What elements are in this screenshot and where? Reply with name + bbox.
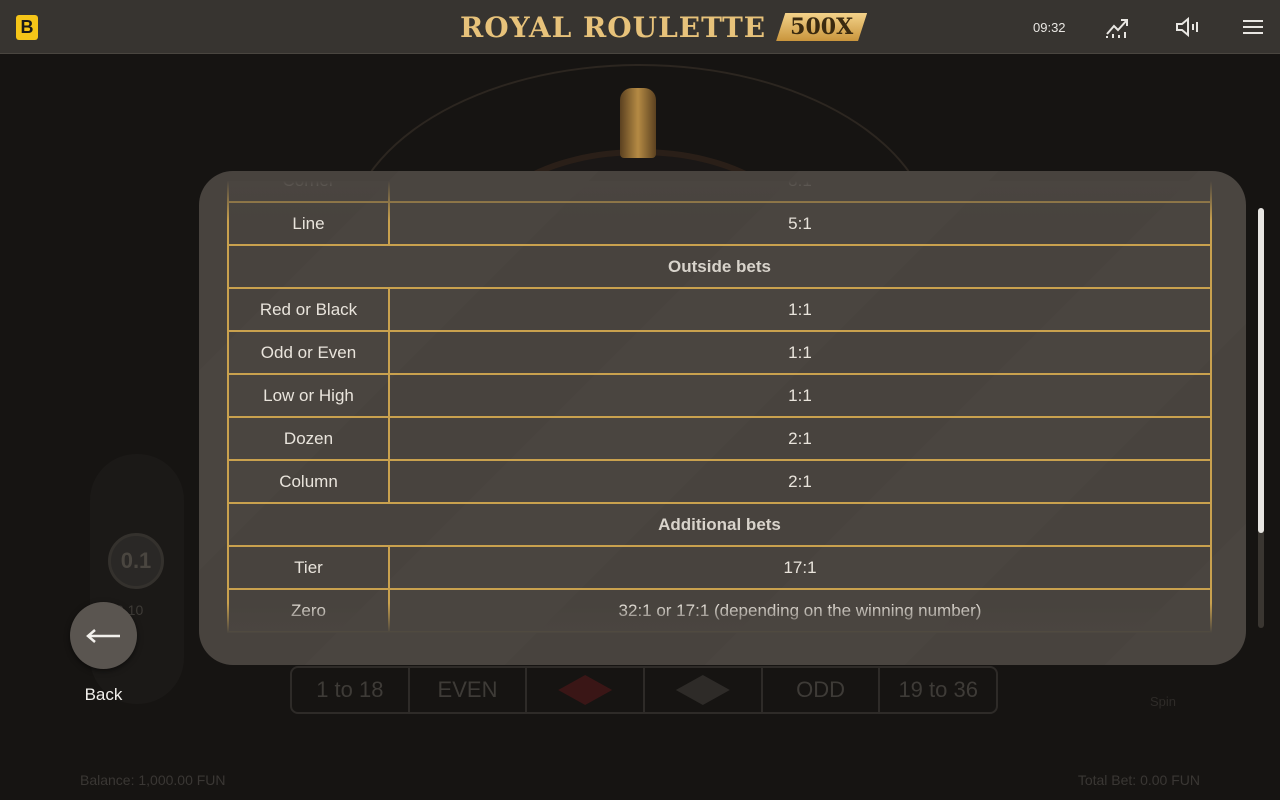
brand-logo: B (16, 15, 38, 40)
chip: 0.1 (108, 533, 164, 589)
scrollbar-thumb[interactable] (1258, 208, 1264, 533)
paytable: Corner8:1Line5:1Outside betsRed or Black… (227, 181, 1212, 633)
wheel-turret (620, 88, 656, 158)
back-button[interactable] (70, 602, 137, 669)
table-row: Zero 32:1 or 17:1 (depending on the winni… (227, 588, 1212, 633)
payout-cell: 1:1 (388, 287, 1212, 332)
bet-name-cell: Zero (227, 588, 390, 633)
balance: Balance: 1,000.00 FUN (80, 772, 226, 788)
payout-cell: 17:1 (388, 545, 1212, 590)
bet-odd: ODD (763, 668, 881, 712)
payout-cell: 32:1 or 17:1 (depending on the winning n… (388, 588, 1212, 633)
section-header: Additional bets (227, 502, 1212, 547)
spin-label: Spin (1150, 694, 1177, 709)
bet-1-to-18: 1 to 18 (292, 668, 410, 712)
bet-name-cell: Tier (227, 545, 390, 590)
top-bar: B ROYAL ROULETTE 500X 09:32 (0, 0, 1280, 54)
table-row: Red or Black 1:1 (227, 287, 1212, 332)
menu-icon[interactable] (1240, 14, 1266, 40)
clock: 09:32 (1033, 20, 1066, 35)
bet-name-cell: Low or High (227, 373, 390, 418)
bet-name-cell: Column (227, 459, 390, 504)
red-diamond-icon (558, 675, 613, 705)
payout-cell: 2:1 (388, 416, 1212, 461)
table-row: Corner8:1 (227, 181, 1212, 203)
game-title-badge: 500X (776, 13, 868, 41)
game-title-text: ROYAL ROULETTE (460, 10, 767, 44)
payout-cell: 1:1 (388, 373, 1212, 418)
bet-red (527, 668, 646, 712)
table-row: Line 5:1 (227, 201, 1212, 246)
total-bet: Total Bet: 0.00 FUN (1077, 772, 1200, 788)
payout-cell: 5:1 (388, 201, 1212, 246)
game-title: ROYAL ROULETTE 500X (460, 8, 868, 46)
payout-cell: 1:1 (388, 330, 1212, 375)
paytable-modal: Corner8:1Line5:1Outside betsRed or Black… (199, 171, 1246, 665)
paytable-scrollbar[interactable] (1258, 208, 1264, 628)
bet-name-cell: Line (227, 201, 390, 246)
volume-icon[interactable] (1174, 14, 1200, 40)
bet-black (645, 668, 763, 712)
section-row: Outside bets (227, 244, 1212, 289)
outside-bets-row: 1 to 18 EVEN ODD 19 to 36 (290, 666, 998, 714)
table-row: Column 2:1 (227, 459, 1212, 504)
back-label: Back (84, 685, 123, 704)
paytable-scroll-area[interactable]: Corner8:1Line5:1Outside betsRed or Black… (227, 181, 1212, 633)
chart-trend-icon[interactable] (1104, 14, 1130, 40)
bet-name-cell: Red or Black (227, 287, 390, 332)
black-diamond-icon (675, 675, 730, 705)
table-row: Low or High 1:1 (227, 373, 1212, 418)
bet-even: EVEN (410, 668, 528, 712)
table-row: Tier 17:1 (227, 545, 1212, 590)
arrow-left-icon (85, 628, 120, 643)
bet-19-to-36: 19 to 36 (898, 677, 978, 702)
bet-name-cell: Dozen (227, 416, 390, 461)
payout-cell: 8:1 (388, 181, 1212, 203)
bet-name-cell: Odd or Even (227, 330, 390, 375)
table-row: Odd or Even 1:1 (227, 330, 1212, 375)
table-row: Dozen 2:1 (227, 416, 1212, 461)
section-header: Outside bets (227, 244, 1212, 289)
bet-name-cell: Corner (227, 181, 390, 203)
section-row: Additional bets (227, 502, 1212, 547)
payout-cell: 2:1 (388, 459, 1212, 504)
